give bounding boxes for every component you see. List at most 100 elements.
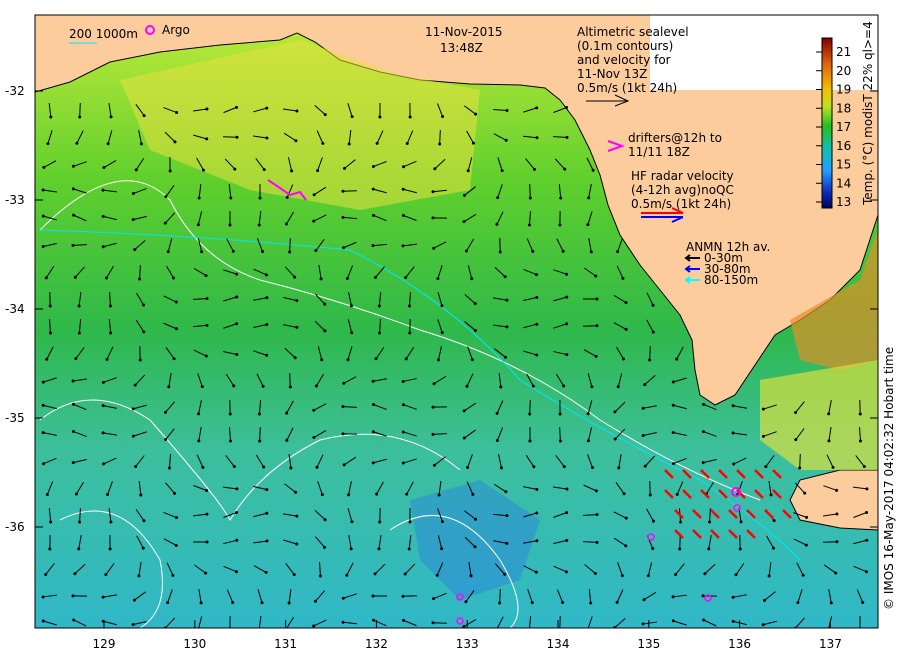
velocity-arrow-head (565, 135, 569, 139)
velocity-arrow-head (731, 431, 735, 435)
velocity-arrow-head (289, 466, 293, 470)
velocity-arrow-head (285, 411, 289, 415)
credit-text: © IMOS 16-May-2017 04:02:32 Hobart time (882, 347, 896, 610)
velocity-arrow (679, 534, 681, 550)
velocity-arrow-head (174, 543, 178, 547)
velocity-arrow-head (616, 385, 620, 389)
velocity-arrow-head (617, 466, 621, 470)
velocity-arrow-head (562, 384, 566, 388)
velocity-arrow-head (565, 322, 569, 326)
velocity-arrow-head (164, 437, 168, 441)
velocity-arrow-head (835, 488, 839, 492)
velocity-arrow-head (101, 431, 105, 435)
velocity-arrow-head (473, 302, 477, 306)
velocity-arrow-head (235, 511, 239, 515)
ocean-temperature-map: 200 1000m Argo 11-Nov-2015 13:48Z Altime… (0, 0, 900, 660)
velocity-arrow-head (228, 223, 232, 227)
velocity-arrow-head (587, 196, 591, 200)
velocity-arrow-head (827, 628, 830, 631)
velocity-arrow-head (739, 520, 743, 524)
velocity-arrow-head (287, 601, 291, 605)
velocity-arrow-head (595, 324, 599, 328)
velocity-arrow-head (436, 277, 440, 281)
velocity-arrow-head (803, 491, 807, 495)
velocity-arrow-head (167, 385, 171, 389)
velocity-arrow-head (205, 107, 209, 111)
velocity-arrow (439, 129, 441, 145)
velocity-arrow-head (641, 406, 645, 410)
velocity-arrow-head (341, 189, 345, 193)
velocity-arrow-head (473, 328, 477, 332)
velocity-arrow-head (341, 596, 345, 600)
velocity-arrow-head (498, 250, 502, 254)
drifters-line: 11/11 18Z (628, 145, 690, 159)
velocity-arrow-head (372, 618, 376, 622)
velocity-arrow-head (675, 357, 679, 361)
velocity-arrow-head (378, 115, 382, 119)
velocity-arrow-head (171, 573, 175, 577)
velocity-arrow-head (528, 439, 532, 443)
velocity-arrow-head (374, 275, 378, 279)
velocity-arrow-head (558, 628, 561, 631)
velocity-arrow-head (292, 573, 296, 577)
velocity-arrow-head (131, 191, 135, 195)
velocity-arrow-head (862, 465, 866, 469)
velocity-arrow-head (235, 322, 239, 326)
velocity-arrow-head (827, 439, 831, 443)
velocity-arrow-head (41, 245, 45, 249)
velocity-arrow-head (45, 357, 49, 361)
velocity-arrow-head (559, 196, 563, 200)
velocity-arrow-head (342, 463, 346, 467)
velocity-arrow-head (440, 331, 444, 335)
velocity-arrow-head (109, 115, 113, 119)
velocity-arrow-head (433, 167, 437, 171)
velocity-arrow-head (233, 167, 237, 171)
map-date: 11-Nov-2015 (425, 25, 503, 39)
velocity-arrow-head (565, 487, 569, 491)
velocity-arrow-head (265, 539, 269, 543)
colorbar (821, 37, 833, 209)
velocity-arrow-head (565, 295, 569, 299)
map-time: 13:48Z (440, 41, 483, 55)
velocity-arrow-head (535, 487, 539, 491)
velocity-arrow-head (404, 275, 408, 279)
velocity-arrow-head (591, 168, 595, 172)
lat-tick-label: -32 (5, 84, 25, 98)
velocity-arrow-head (462, 409, 466, 413)
velocity-arrow-head (674, 572, 678, 576)
velocity-arrow-head (858, 439, 862, 443)
velocity-arrow-head (318, 574, 322, 578)
lon-tick-label: 131 (274, 637, 297, 651)
velocity-arrow-head (648, 493, 652, 497)
velocity-arrow-head (197, 196, 201, 200)
velocity-arrow-head (73, 572, 77, 576)
velocity-arrow-head (78, 520, 82, 524)
velocity-arrow-head (651, 546, 655, 550)
velocity-arrow-head (474, 517, 478, 521)
velocity-arrow-head (174, 300, 178, 304)
velocity-arrow-head (701, 430, 705, 434)
velocity-arrow-head (323, 518, 327, 522)
velocity-arrow-head (71, 461, 75, 465)
velocity-arrow-head (295, 514, 299, 518)
lon-tick-label: 137 (819, 637, 842, 651)
velocity-arrow-head (675, 492, 679, 496)
velocity-arrow-head (532, 465, 536, 469)
altimetry-line: 0.5m/s (1kt 24h) (577, 81, 677, 95)
velocity-arrow-head (228, 439, 232, 443)
velocity-arrow-head (293, 275, 297, 279)
velocity-arrow-head (341, 620, 345, 624)
velocity-arrow-head (495, 411, 499, 415)
velocity-arrow-head (565, 105, 569, 109)
velocity-arrow-head (466, 466, 470, 470)
velocity-arrow-head (204, 274, 208, 278)
velocity-arrow-head (535, 353, 539, 357)
velocity-arrow-head (407, 304, 411, 308)
velocity-arrow-head (595, 513, 599, 517)
velocity-arrow-head (471, 492, 475, 496)
velocity-arrow-head (642, 598, 646, 602)
velocity-arrow-head (620, 574, 624, 578)
velocity-arrow-head (258, 196, 262, 200)
velocity-arrow-head (565, 538, 569, 542)
velocity-arrow-head (643, 383, 647, 387)
